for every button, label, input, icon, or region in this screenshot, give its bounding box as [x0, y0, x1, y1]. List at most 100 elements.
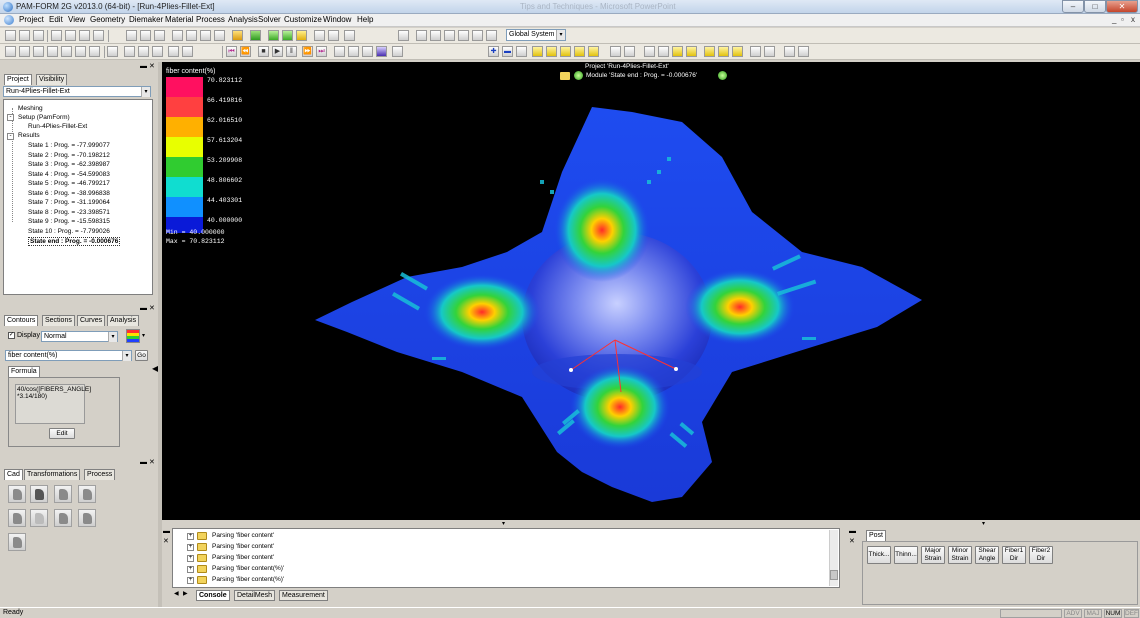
- menu-analysis[interactable]: Analysis: [228, 15, 258, 24]
- splitter-arrow-icon[interactable]: ▾: [982, 520, 985, 527]
- cad-tool-icon[interactable]: [78, 485, 96, 503]
- tree-item-state[interactable]: State 6 : Prog. = -38.996838: [28, 190, 110, 197]
- move-icon[interactable]: [644, 46, 655, 57]
- expand-icon[interactable]: +: [187, 544, 194, 551]
- tool8-icon[interactable]: [732, 46, 743, 57]
- filter-icon[interactable]: [152, 46, 163, 57]
- shape1-icon[interactable]: [532, 46, 543, 57]
- 3d-viewport[interactable]: fiber content(%) 70.823112 66.419816 62.…: [162, 62, 1140, 520]
- cad-tool-icon[interactable]: [54, 485, 72, 503]
- filter-options-icon[interactable]: [182, 46, 193, 57]
- print-icon[interactable]: [93, 30, 104, 41]
- add-icon[interactable]: ✚: [488, 46, 499, 57]
- rotate-icon[interactable]: [186, 30, 197, 41]
- shape2-icon[interactable]: [546, 46, 557, 57]
- tree-item-state[interactable]: State 10 : Prog. = -7.799026: [28, 228, 110, 235]
- measure-icon[interactable]: [516, 46, 527, 57]
- tree-item-meshing[interactable]: Meshing: [18, 105, 43, 112]
- project-tree[interactable]: Meshing - Setup (PamForm) Run-4Plies-Fil…: [3, 99, 153, 295]
- tab-curves[interactable]: Curves: [77, 315, 106, 326]
- tool3-icon[interactable]: [658, 46, 669, 57]
- tree-item-state-selected[interactable]: State end : Prog. = -0.000676: [28, 237, 121, 246]
- remove-icon[interactable]: ▬: [502, 46, 513, 57]
- console-scrollbar[interactable]: [829, 530, 838, 586]
- tool7-icon[interactable]: [718, 46, 729, 57]
- stop-icon[interactable]: ■: [258, 46, 269, 57]
- pin-icon[interactable]: ▬: [140, 63, 147, 70]
- cube-icon[interactable]: [376, 46, 387, 57]
- select-icon[interactable]: [314, 30, 325, 41]
- shear-angle-button[interactable]: Shear Angle: [975, 546, 999, 564]
- tab-analysis[interactable]: Analysis: [107, 315, 140, 326]
- fiber1-dir-button[interactable]: Fiber1 Dir: [1002, 546, 1026, 564]
- copy-icon[interactable]: [65, 30, 76, 41]
- shape3-icon[interactable]: [560, 46, 571, 57]
- menu-edit[interactable]: Edit: [49, 15, 63, 24]
- window-icon[interactable]: [124, 46, 135, 57]
- major-strain-button[interactable]: Major Strain: [921, 546, 945, 564]
- expand-icon[interactable]: +: [187, 566, 194, 573]
- tab-visibility[interactable]: Visibility: [36, 74, 68, 85]
- coordinate-system-select[interactable]: Global System ▾: [506, 29, 566, 41]
- animation-icon[interactable]: [334, 46, 345, 57]
- zoom-out-icon[interactable]: [154, 30, 165, 41]
- menu-diemaker[interactable]: Diemaker: [129, 15, 163, 24]
- view-right-icon[interactable]: [458, 30, 469, 41]
- fiber2-dir-button[interactable]: Fiber2 Dir: [1029, 546, 1053, 564]
- expand-icon[interactable]: +: [187, 533, 194, 540]
- query-icon[interactable]: [344, 30, 355, 41]
- tab-cad[interactable]: Cad: [4, 469, 23, 480]
- tab-scroll-left-icon[interactable]: ◀: [174, 590, 179, 597]
- tab-scroll-right-icon[interactable]: ▶: [183, 590, 188, 597]
- mdi-restore-button[interactable]: ▫: [1121, 15, 1124, 24]
- scrollbar-thumb[interactable]: [830, 570, 838, 580]
- tree-item-state[interactable]: State 2 : Prog. = -70.198212: [28, 152, 110, 159]
- tree-item-state[interactable]: State 8 : Prog. = -23.398571: [28, 209, 110, 216]
- undo-icon[interactable]: [107, 46, 118, 57]
- fiber-content-render[interactable]: [162, 62, 1140, 520]
- tab-contours[interactable]: Contours: [4, 315, 39, 326]
- close-icon[interactable]: ✕: [163, 538, 169, 545]
- close-icon[interactable]: ✕: [849, 538, 855, 545]
- cad-tool-icon[interactable]: [8, 485, 26, 503]
- expand-icon[interactable]: +: [187, 555, 194, 562]
- tree-item-setup[interactable]: Setup (PamForm): [18, 114, 70, 121]
- formula-text[interactable]: 40/cos([FIBERS_ANGLE] *3.14/180): [15, 384, 91, 424]
- view-top-icon[interactable]: [472, 30, 483, 41]
- options-icon[interactable]: [392, 46, 403, 57]
- tool4-icon[interactable]: [672, 46, 683, 57]
- last-state-icon[interactable]: ⏭: [316, 46, 327, 57]
- frame-icon[interactable]: [398, 30, 409, 41]
- splitter-arrow-icon[interactable]: ▾: [502, 520, 505, 527]
- cad-tool-icon[interactable]: [8, 533, 26, 551]
- menu-help[interactable]: Help: [357, 15, 373, 24]
- next-state-icon[interactable]: [718, 71, 727, 80]
- shape5-icon[interactable]: [588, 46, 599, 57]
- dash-icon[interactable]: [89, 46, 100, 57]
- zoom-in-icon[interactable]: [172, 30, 183, 41]
- menu-window[interactable]: Window: [323, 15, 351, 24]
- pin-icon[interactable]: ▬: [849, 528, 856, 535]
- tree-item-state[interactable]: State 5 : Prog. = -46.799217: [28, 180, 110, 187]
- cad-tool-icon[interactable]: [30, 485, 48, 503]
- tab-console[interactable]: Console: [196, 590, 230, 601]
- tree-item-state[interactable]: State 4 : Prog. = -54.599083: [28, 171, 110, 178]
- zoom-window-icon[interactable]: [126, 30, 137, 41]
- paste-icon[interactable]: [79, 30, 90, 41]
- select-area-icon[interactable]: [328, 30, 339, 41]
- mdi-minimize-button[interactable]: _: [1112, 15, 1116, 24]
- tool6-icon[interactable]: [704, 46, 715, 57]
- first-state-icon[interactable]: ⏮: [226, 46, 237, 57]
- funnel-icon[interactable]: [138, 46, 149, 57]
- zoom-fit-icon[interactable]: [140, 30, 151, 41]
- pause-icon[interactable]: ‖: [286, 46, 297, 57]
- close-icon[interactable]: ✕: [149, 63, 155, 70]
- open-file-icon[interactable]: [19, 30, 30, 41]
- expand-setup-icon[interactable]: -: [7, 114, 14, 121]
- play-icon[interactable]: ▶: [272, 46, 283, 57]
- cad-tool-icon[interactable]: [54, 509, 72, 527]
- tree-item-state[interactable]: State 3 : Prog. = -62.398987: [28, 161, 110, 168]
- pick-icon[interactable]: [214, 30, 225, 41]
- image-icon[interactable]: [348, 46, 359, 57]
- tab-post[interactable]: Post: [866, 530, 887, 541]
